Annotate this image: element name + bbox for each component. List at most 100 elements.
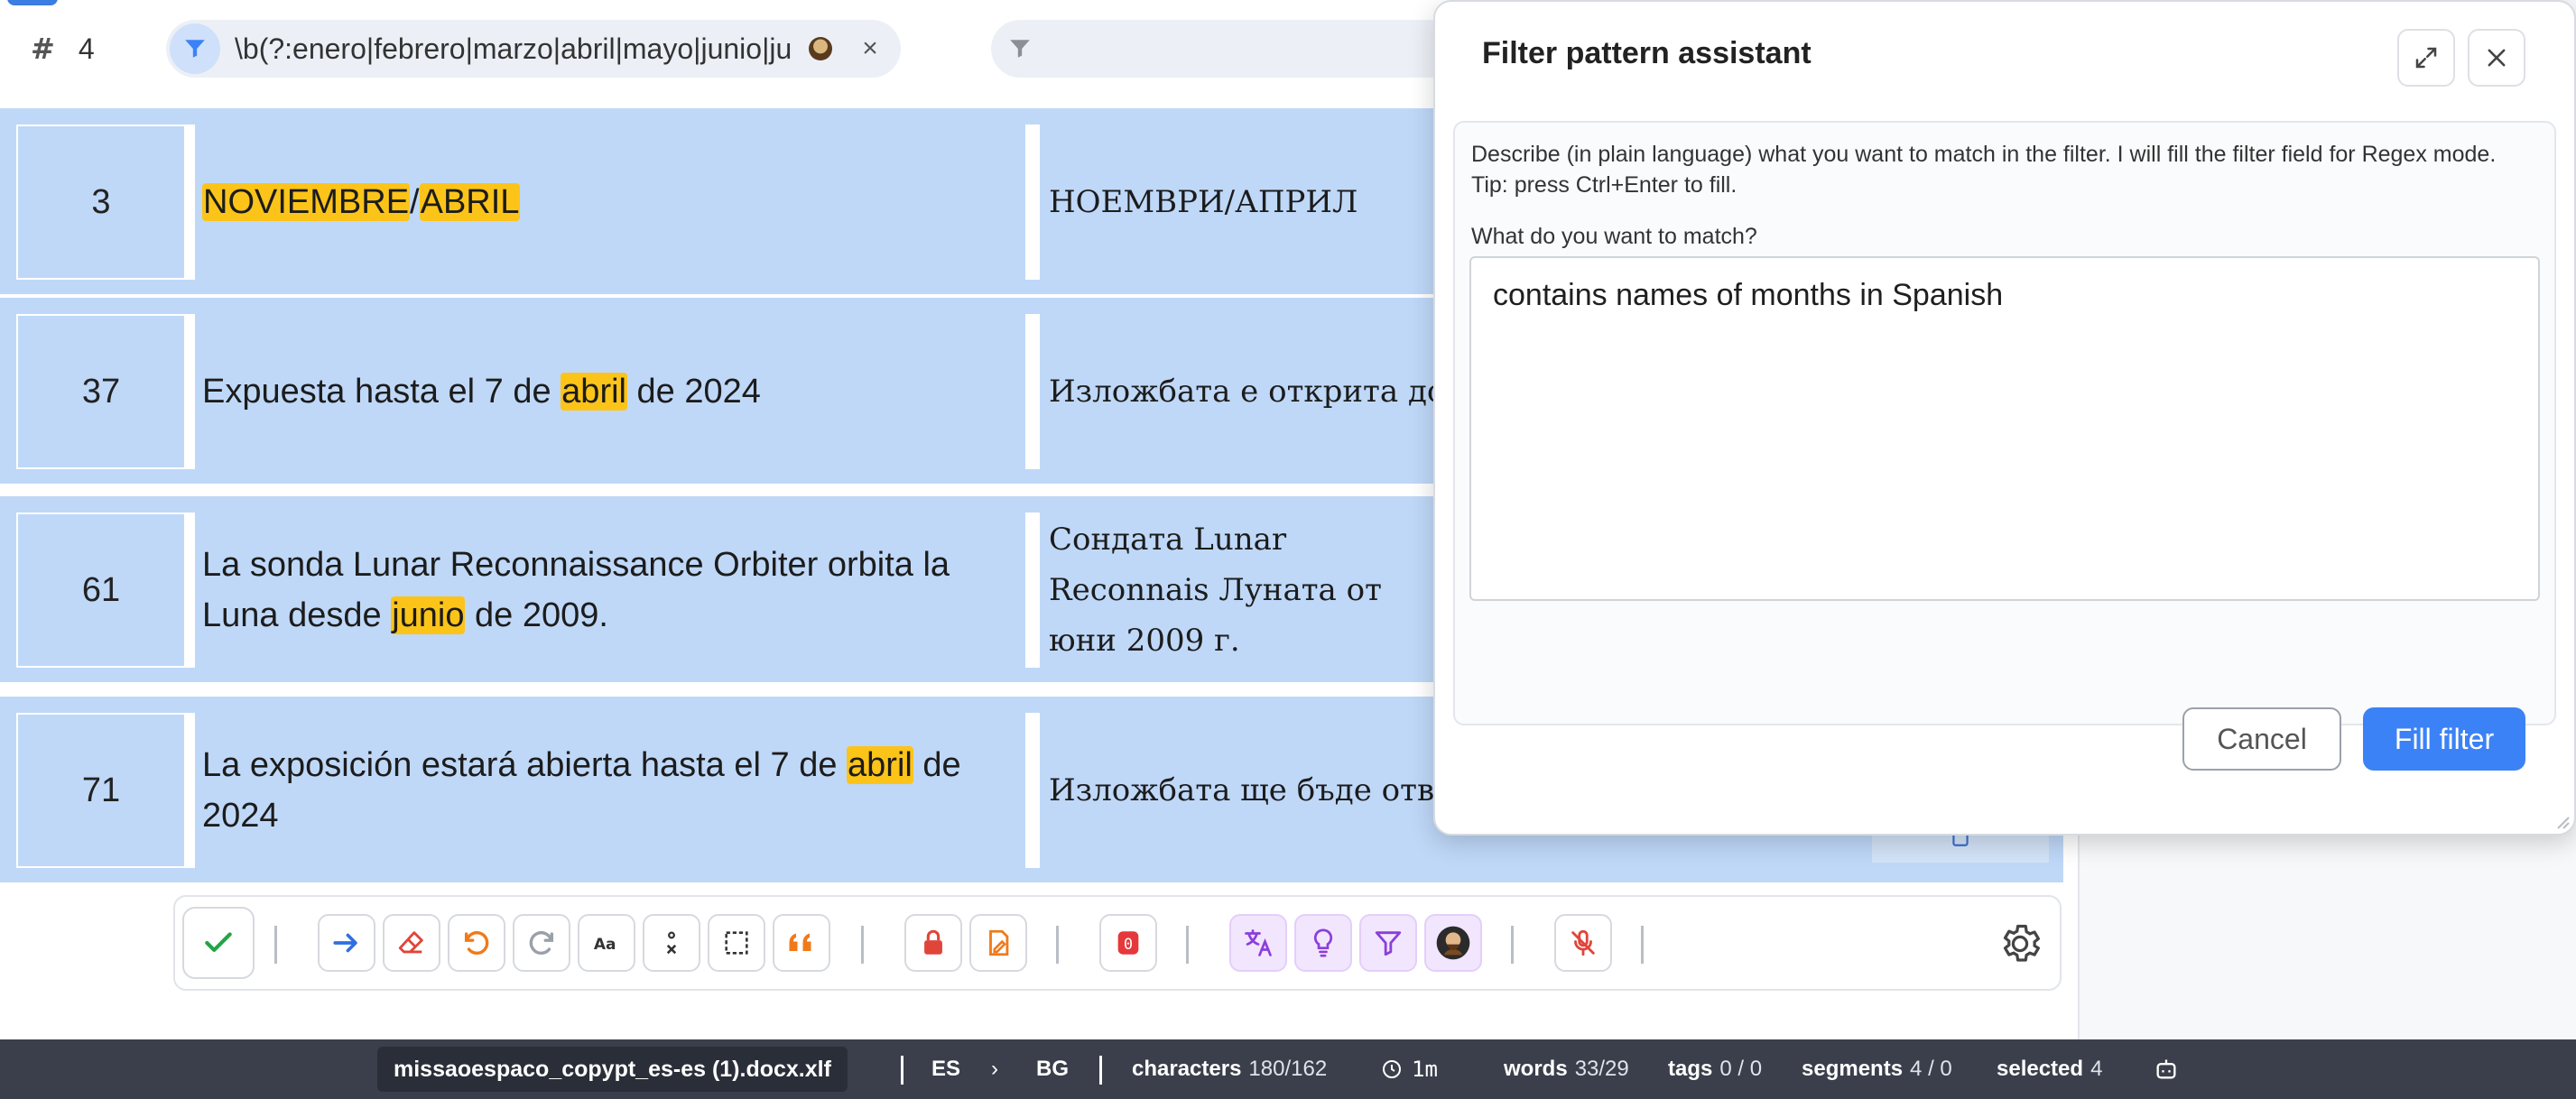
text-run: de 2024 xyxy=(626,373,761,411)
selected-stat: selected 4 xyxy=(1997,1039,2102,1099)
robot-icon xyxy=(2156,1059,2176,1079)
dialog-description: Describe (in plain language) what you wa… xyxy=(1471,142,2497,198)
characters-stat: characters 180/162 xyxy=(1132,1039,1327,1099)
toolbar-separator xyxy=(1186,926,1189,964)
source-text[interactable]: La sonda Lunar Reconnaissance Orbiter or… xyxy=(202,513,1020,668)
machine-translate-button[interactable] xyxy=(1229,914,1287,972)
source-text-content: Expuesta hasta el 7 de abril de 2024 xyxy=(202,366,761,417)
selected-value: 4 xyxy=(2090,1057,2103,1081)
redo-button[interactable] xyxy=(513,914,570,972)
copy-source-button[interactable] xyxy=(318,914,375,972)
clear-target-button[interactable] xyxy=(383,914,440,972)
special-chars-icon xyxy=(666,931,677,955)
source-filter-input[interactable]: \b(?:enero|febrero|marzo|abril|mayo|juni… xyxy=(235,32,809,66)
dictation-button[interactable] xyxy=(1554,914,1612,972)
close-button[interactable] xyxy=(2468,29,2525,87)
filter-assistant-button[interactable] xyxy=(1359,914,1417,972)
segment-number: 71 xyxy=(16,713,186,868)
assistant-avatar-icon[interactable] xyxy=(809,37,832,60)
selected-label: selected xyxy=(1997,1057,2084,1081)
status-bar: missaoespaco_copypt_es-es (1).docx.xlf E… xyxy=(0,1039,2576,1099)
ai-avatar-icon xyxy=(1436,926,1470,960)
divider xyxy=(1025,125,1040,280)
toolbar-separator xyxy=(861,926,864,964)
expand-icon xyxy=(2415,47,2437,69)
match-highlight: ABRIL xyxy=(419,183,521,221)
segments-label: segments xyxy=(1802,1057,1904,1081)
divider xyxy=(186,314,195,469)
divider xyxy=(186,125,195,280)
match-highlight: NOVIEMBRE xyxy=(202,183,411,221)
ai-assistant-button[interactable] xyxy=(1424,914,1482,972)
bot-status-button[interactable] xyxy=(2154,1039,2179,1099)
source-text[interactable]: Expuesta hasta el 7 de abril de 2024 xyxy=(202,314,1020,469)
file-name[interactable]: missaoespaco_copypt_es-es (1).docx.xlf xyxy=(377,1047,848,1092)
close-icon xyxy=(2488,49,2506,67)
lock-icon xyxy=(924,929,942,955)
segments-stat: segments 4 / 0 xyxy=(1802,1039,1952,1099)
settings-button[interactable] xyxy=(1993,917,2047,971)
tags-value: 0 / 0 xyxy=(1719,1057,1763,1081)
filter-icon xyxy=(1375,931,1402,956)
svg-text:0: 0 xyxy=(1124,936,1133,954)
undo-icon xyxy=(464,931,489,955)
select-button[interactable] xyxy=(708,914,765,972)
source-text[interactable]: NOVIEMBRE/ABRIL xyxy=(202,125,1020,280)
status-divider xyxy=(1099,1056,1102,1085)
cancel-button[interactable]: Cancel xyxy=(2182,707,2341,771)
target-text[interactable]: Сондата Lunar Reconnais Луната от юни 20… xyxy=(1049,513,1428,668)
target-filter-mode-button[interactable] xyxy=(995,23,1045,74)
edit-document-button[interactable] xyxy=(969,914,1027,972)
source-text-content: La exposición estará abierta hasta el 7 … xyxy=(202,740,1020,841)
words-label: words xyxy=(1504,1057,1568,1081)
dialog-body: Describe (in plain language) what you wa… xyxy=(1453,121,2556,725)
gear-icon xyxy=(2003,924,2040,962)
special-chars-button[interactable] xyxy=(643,914,700,972)
pattern-description-input[interactable]: contains names of months in Spanish xyxy=(1469,256,2540,601)
clear-filter-icon[interactable]: × xyxy=(852,31,888,67)
lightbulb-icon xyxy=(1313,928,1333,957)
filter-assistant-dialog: Filter pattern assistant Describe (in pl… xyxy=(1433,0,2576,836)
confirm-check-icon xyxy=(205,932,232,952)
words-value: 33/29 xyxy=(1574,1057,1629,1081)
quote-button[interactable] xyxy=(773,914,830,972)
zero-width-button[interactable]: 0 xyxy=(1099,914,1157,972)
target-language[interactable]: BG xyxy=(1036,1039,1069,1099)
characters-label: characters xyxy=(1132,1057,1242,1081)
editor-app: # 4 \b(?:enero|febrero|marzo|abril|mayo|… xyxy=(0,0,2576,1099)
time-value: 1m xyxy=(1412,1057,1438,1082)
select-icon xyxy=(725,931,748,955)
svg-text:Aa: Aa xyxy=(594,936,616,954)
source-text-content: La sonda Lunar Reconnaissance Orbiter or… xyxy=(202,540,1020,641)
lock-button[interactable] xyxy=(904,914,962,972)
confirm-button[interactable] xyxy=(182,907,255,979)
segments-value: 4 / 0 xyxy=(1910,1057,1952,1081)
expand-button[interactable] xyxy=(2397,29,2455,87)
source-text-content: NOVIEMBRE/ABRIL xyxy=(202,177,521,227)
text-run: La exposición estará abierta hasta el 7 … xyxy=(202,746,848,784)
change-case-button[interactable]: Aa xyxy=(578,914,635,972)
filter-mode-button[interactable] xyxy=(170,23,220,74)
undo-button[interactable] xyxy=(448,914,505,972)
divider xyxy=(186,713,195,868)
zero-width-icon: 0 xyxy=(1117,931,1139,955)
time-stat: 1m xyxy=(1381,1039,1438,1099)
divider xyxy=(186,513,195,668)
question-label: What do you want to match? xyxy=(1471,224,1757,249)
segment-number: 37 xyxy=(16,314,186,469)
words-stat: words 33/29 xyxy=(1504,1039,1629,1099)
language-arrow: › xyxy=(991,1057,998,1081)
source-filter-field[interactable]: \b(?:enero|febrero|marzo|abril|mayo|juni… xyxy=(166,20,901,78)
divider xyxy=(1025,513,1040,668)
mic-off-icon xyxy=(1571,929,1595,956)
resize-grip-icon[interactable] xyxy=(2549,808,2571,830)
clock-icon xyxy=(1383,1060,1401,1078)
change-case-icon: Aa xyxy=(594,936,616,954)
segment-number: 3 xyxy=(16,125,186,280)
suggestion-button[interactable] xyxy=(1294,914,1352,972)
fill-filter-button[interactable]: Fill filter xyxy=(2363,707,2525,771)
corner-accent xyxy=(7,0,58,5)
target-filter-field[interactable] xyxy=(991,20,1460,78)
source-text[interactable]: La exposición estará abierta hasta el 7 … xyxy=(202,713,1020,868)
source-language[interactable]: ES xyxy=(931,1039,960,1099)
